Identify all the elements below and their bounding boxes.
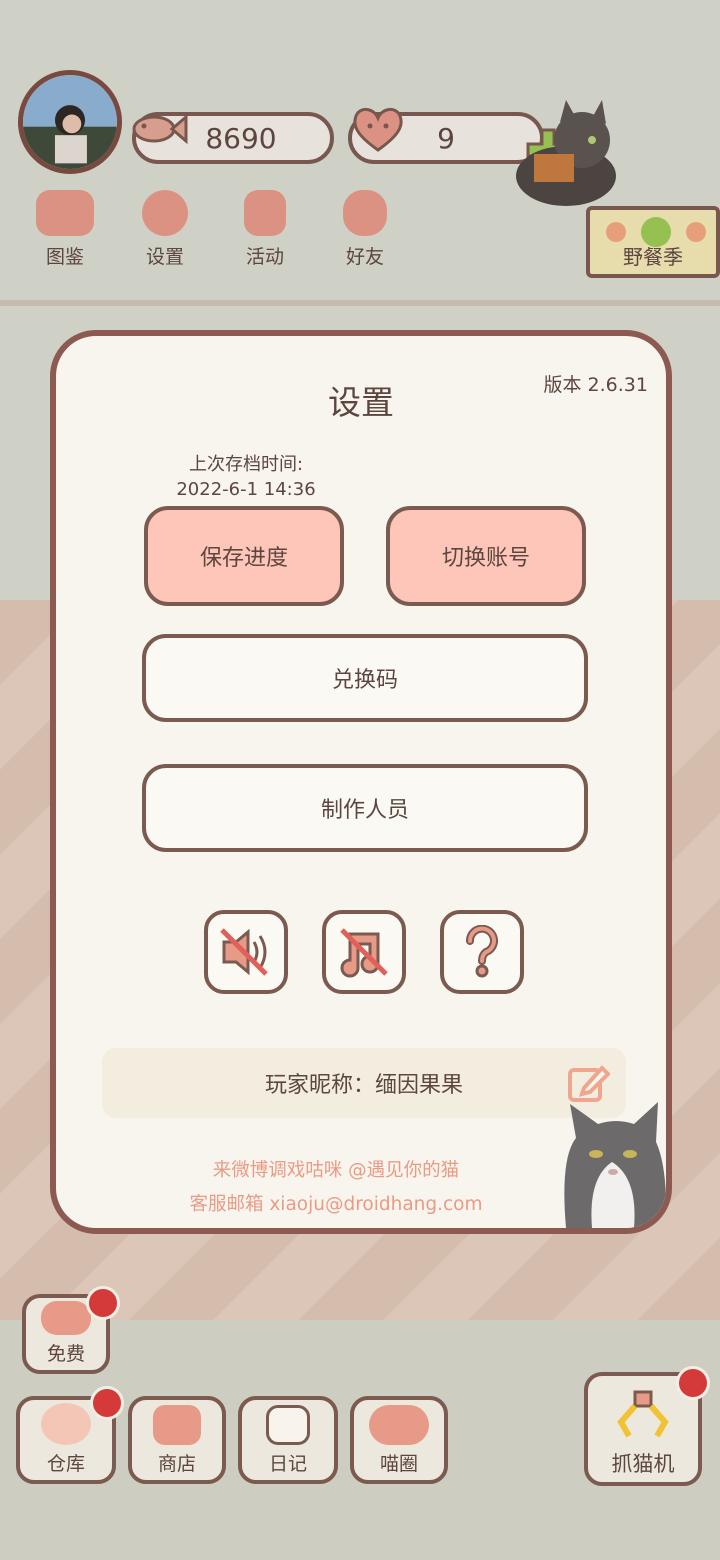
shop-button[interactable]: 商店 bbox=[128, 1396, 226, 1484]
save-progress-button[interactable]: 保存进度 bbox=[144, 506, 344, 606]
heart-gift-icon bbox=[41, 1301, 91, 1335]
redeem-code-button[interactable]: 兑换码 bbox=[142, 634, 588, 722]
question-icon bbox=[465, 925, 498, 978]
support-email[interactable]: 客服邮箱 xiaoju@droidhang.com bbox=[56, 1190, 616, 1216]
music-toggle-button[interactable] bbox=[322, 910, 406, 994]
free-gift-label: 免费 bbox=[46, 1343, 85, 1365]
version-label: 版本 2.6.31 bbox=[543, 374, 648, 396]
music-muted-icon bbox=[340, 928, 388, 978]
claw-icon bbox=[617, 1390, 669, 1438]
notification-badge bbox=[676, 1366, 710, 1400]
settings-dialog: 设置 版本 2.6.31 上次存档时间: 2022-6-1 14:36 保存进度… bbox=[50, 330, 672, 1234]
nickname-text: 玩家昵称：缅因果果 bbox=[264, 1073, 463, 1098]
cat-circle-button[interactable]: 喵圈 bbox=[350, 1396, 448, 1484]
notification-badge bbox=[90, 1386, 124, 1420]
cat-planet-icon bbox=[369, 1405, 429, 1445]
diary-button[interactable]: 日记 bbox=[238, 1396, 338, 1484]
food-bowl-icon bbox=[41, 1403, 91, 1445]
storage-label: 仓库 bbox=[46, 1453, 85, 1475]
diary-book-icon bbox=[266, 1405, 310, 1445]
last-save-time: 2022-6-1 14:36 bbox=[176, 479, 316, 500]
sound-muted-icon bbox=[220, 928, 268, 976]
shop-icon bbox=[153, 1405, 201, 1445]
sound-toggle-button[interactable] bbox=[204, 910, 288, 994]
diary-label: 日记 bbox=[268, 1453, 307, 1475]
credits-button[interactable]: 制作人员 bbox=[142, 764, 588, 852]
weibo-link[interactable]: 来微博调戏咕咪 @遇见你的猫 bbox=[56, 1156, 616, 1182]
notification-badge bbox=[86, 1286, 120, 1320]
grey-cat-photo bbox=[564, 1102, 666, 1228]
help-button[interactable] bbox=[440, 910, 524, 994]
cat-circle-label: 喵圈 bbox=[379, 1453, 418, 1475]
shop-label: 商店 bbox=[157, 1453, 196, 1475]
last-save-info: 上次存档时间: 2022-6-1 14:36 bbox=[156, 452, 336, 502]
claw-machine-label: 抓猫机 bbox=[611, 1452, 675, 1476]
last-save-label: 上次存档时间: bbox=[188, 454, 304, 475]
nickname-field[interactable]: 玩家昵称：缅因果果 bbox=[102, 1048, 626, 1118]
switch-account-button[interactable]: 切换账号 bbox=[386, 506, 586, 606]
